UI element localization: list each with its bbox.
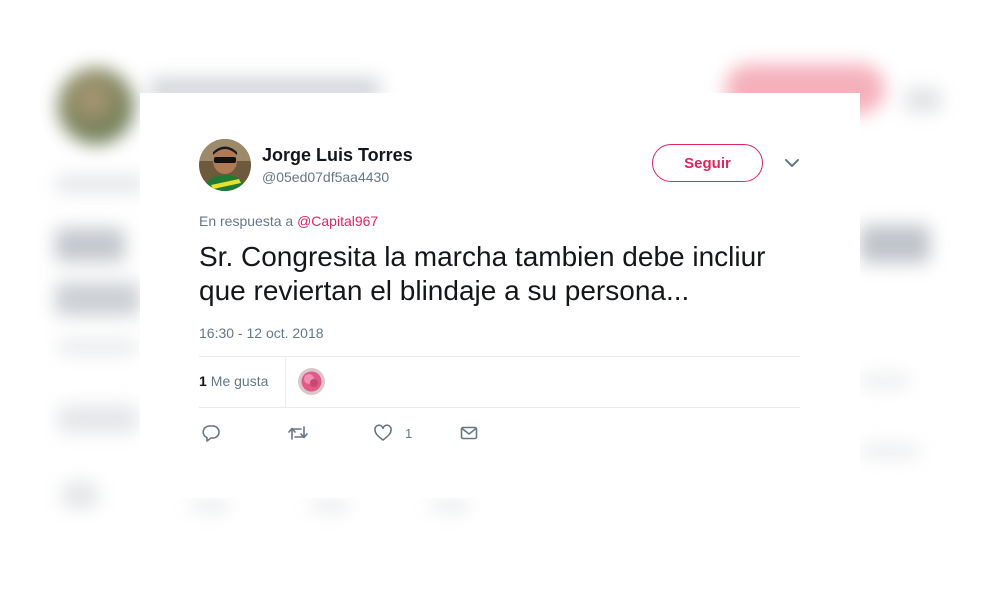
reply-mention-link[interactable]: @Capital967 bbox=[297, 213, 378, 229]
reply-button[interactable] bbox=[201, 423, 221, 443]
reply-prefix: En respuesta a bbox=[199, 213, 294, 229]
author-avatar[interactable] bbox=[199, 139, 251, 191]
chevron-down-icon[interactable] bbox=[783, 156, 801, 170]
background-line bbox=[55, 176, 145, 192]
background-line bbox=[58, 340, 138, 354]
reply-context: En respuesta a @Capital967 bbox=[199, 213, 378, 229]
direct-message-button[interactable] bbox=[459, 423, 479, 443]
likes-count: 1 bbox=[199, 373, 207, 389]
likes-summary[interactable]: 1 Me gusta bbox=[199, 373, 268, 389]
reply-icon bbox=[201, 423, 221, 443]
background-line bbox=[860, 445, 920, 457]
background-line bbox=[55, 282, 140, 316]
background-line bbox=[58, 405, 138, 433]
retweet-button[interactable] bbox=[287, 423, 309, 443]
divider bbox=[199, 407, 800, 408]
envelope-icon bbox=[459, 423, 479, 443]
likes-label: Me gusta bbox=[210, 373, 269, 389]
background-line bbox=[310, 500, 350, 512]
background-line bbox=[860, 375, 910, 387]
background-menu bbox=[905, 88, 941, 112]
divider bbox=[285, 357, 286, 407]
liker-avatar[interactable] bbox=[298, 368, 325, 395]
author-handle[interactable]: @05ed07df5aa4430 bbox=[262, 169, 389, 185]
tweet-card: Jorge Luis Torres @05ed07df5aa4430 Segui… bbox=[140, 93, 860, 498]
heart-icon bbox=[373, 423, 393, 443]
retweet-icon bbox=[287, 423, 309, 443]
author-name[interactable]: Jorge Luis Torres bbox=[262, 145, 413, 166]
background-line bbox=[55, 228, 125, 262]
tweet-text: Sr. Congresita la marcha tambien debe in… bbox=[199, 241, 766, 306]
follow-button[interactable]: Seguir bbox=[652, 144, 763, 182]
background-line bbox=[430, 500, 470, 512]
background-line bbox=[860, 225, 930, 263]
background-line bbox=[190, 500, 230, 512]
background-line bbox=[60, 480, 100, 510]
like-count: 1 bbox=[405, 425, 413, 441]
background-avatar bbox=[58, 68, 134, 144]
tweet-timestamp[interactable]: 16:30 - 12 oct. 2018 bbox=[199, 325, 324, 341]
divider bbox=[199, 356, 800, 357]
like-button[interactable]: 1 bbox=[373, 423, 412, 443]
